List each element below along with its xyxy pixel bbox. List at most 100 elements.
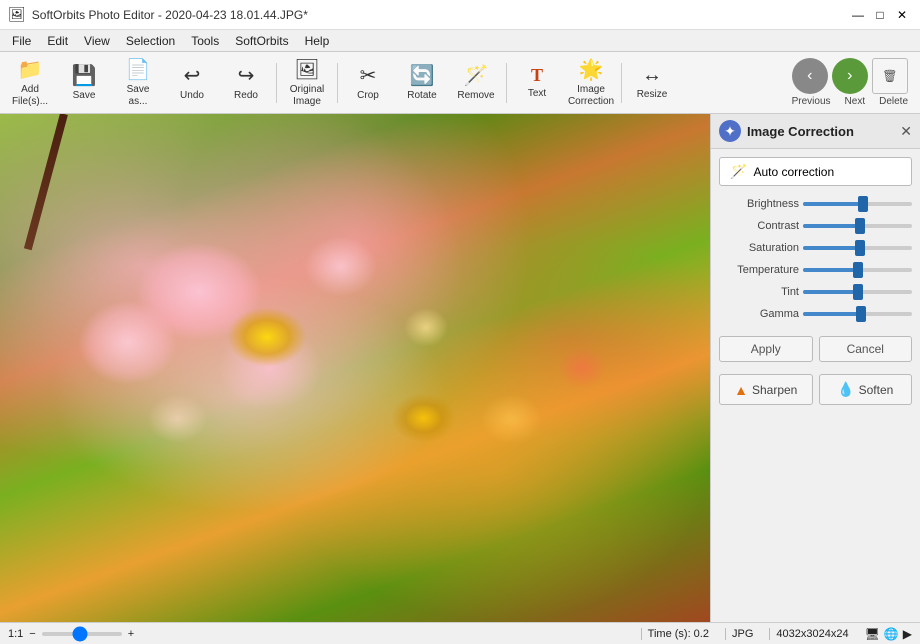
contrast-row: Contrast xyxy=(719,220,912,232)
save-as-toolbar-btn[interactable]: 📄Save as... xyxy=(112,55,164,111)
toolbar-separator-4 xyxy=(276,63,277,103)
zoom-minus-icon[interactable]: − xyxy=(27,628,37,640)
crop-label: Crop xyxy=(357,90,379,102)
flower-overlay xyxy=(0,114,710,622)
brightness-track[interactable] xyxy=(803,202,912,206)
soften-icon: 💧 xyxy=(837,381,854,398)
nav-group: ‹ › 🗑 Previous Next Delete xyxy=(792,58,908,107)
gamma-label: Gamma xyxy=(719,308,799,320)
maximize-button[interactable]: □ xyxy=(870,5,890,25)
temperature-thumb[interactable] xyxy=(853,262,863,278)
text-toolbar-btn[interactable]: T Text xyxy=(511,55,563,111)
soften-label: Soften xyxy=(859,383,894,397)
toolbar-separator-10 xyxy=(621,63,622,103)
window-title: SoftOrbits Photo Editor - 2020-04-23 18.… xyxy=(32,8,308,22)
saturation-row: Saturation xyxy=(719,242,912,254)
rotate-label: Rotate xyxy=(407,90,436,102)
status-icons-group: 🖥 🌐 ▶ xyxy=(865,627,912,641)
menu-item-view[interactable]: View xyxy=(76,32,118,50)
saturation-track[interactable] xyxy=(803,246,912,250)
brightness-label: Brightness xyxy=(719,198,799,210)
temperature-row: Temperature xyxy=(719,264,912,276)
contrast-label: Contrast xyxy=(719,220,799,232)
status-format: JPG xyxy=(725,628,759,640)
tint-label: Tint xyxy=(719,286,799,298)
auto-correction-label: Auto correction xyxy=(753,165,834,179)
main-content: ✦ Image Correction ✕ 🪄 Auto correction B… xyxy=(0,114,920,622)
menu-item-softorbits[interactable]: SoftOrbits xyxy=(227,32,296,50)
toolbar-buttons-group: 📁Add File(s)... 💾 Save 📄Save as... ↩ Undo ↪Red… xyxy=(4,55,678,111)
toolbar: 📁Add File(s)... 💾 Save 📄Save as... ↩ Undo ↪Red… xyxy=(0,52,920,114)
save-as-label: Save as... xyxy=(127,84,150,108)
text-icon: T xyxy=(531,65,543,86)
close-button[interactable]: ✕ xyxy=(892,5,912,25)
play-icon: ▶ xyxy=(903,627,912,641)
original-label: Original Image xyxy=(290,84,324,108)
saturation-thumb[interactable] xyxy=(855,240,865,256)
toolbox-icon: ✦ xyxy=(719,120,741,142)
remove-toolbar-btn[interactable]: 🪄Remove xyxy=(450,55,502,111)
status-time: Time (s): 0.2 xyxy=(641,628,715,640)
redo-icon: ↪ xyxy=(238,63,255,88)
undo-label: Undo xyxy=(180,90,204,102)
rotate-icon: 🔄 xyxy=(410,63,435,88)
menu-item-help[interactable]: Help xyxy=(297,32,338,50)
toolbox-title: Image Correction xyxy=(747,124,854,139)
remove-icon: 🪄 xyxy=(464,63,489,88)
save-toolbar-btn[interactable]: 💾 Save xyxy=(58,55,110,111)
tint-thumb[interactable] xyxy=(853,284,863,300)
toolbox-header: ✦ Image Correction ✕ xyxy=(711,114,920,149)
tint-row: Tint xyxy=(719,286,912,298)
image-correction-toolbar-btn[interactable]: 🌟Image Correction xyxy=(565,55,617,111)
apply-button[interactable]: Apply xyxy=(719,336,813,362)
undo-toolbar-btn[interactable]: ↩ Undo xyxy=(166,55,218,111)
resize-toolbar-btn[interactable]: ↔Resize xyxy=(626,55,678,111)
image-correction-label: Image Correction xyxy=(568,84,614,108)
text-label: Text xyxy=(528,88,546,100)
toolbox-close-button[interactable]: ✕ xyxy=(900,123,912,140)
save-label: Save xyxy=(73,90,96,102)
delete-label: Delete xyxy=(879,96,908,107)
previous-label: Previous xyxy=(792,96,831,107)
toolbox-panel: ✦ Image Correction ✕ 🪄 Auto correction B… xyxy=(710,114,920,622)
zoom-level: 1:1 xyxy=(8,628,23,640)
temperature-label: Temperature xyxy=(719,264,799,276)
menu-item-selection[interactable]: Selection xyxy=(118,32,183,50)
toolbox-body: 🪄 Auto correction Brightness Contrast xyxy=(711,149,920,413)
wand-icon: 🪄 xyxy=(730,163,747,180)
zoom-control: 1:1 − + xyxy=(8,628,136,640)
previous-button[interactable]: ‹ xyxy=(792,58,828,94)
cancel-button[interactable]: Cancel xyxy=(819,336,913,362)
add-files-toolbar-btn[interactable]: 📁Add File(s)... xyxy=(4,55,56,111)
crop-toolbar-btn[interactable]: ✂ Crop xyxy=(342,55,394,111)
zoom-slider[interactable] xyxy=(42,632,122,636)
menu-item-edit[interactable]: Edit xyxy=(39,32,76,50)
redo-toolbar-btn[interactable]: ↪Redo xyxy=(220,55,272,111)
saturation-label: Saturation xyxy=(719,242,799,254)
gamma-thumb[interactable] xyxy=(856,306,866,322)
effect-buttons-group: ▲ Sharpen 💧 Soften xyxy=(719,374,912,405)
undo-icon: ↩ xyxy=(184,63,201,88)
saturation-fill xyxy=(803,246,860,250)
auto-correction-button[interactable]: 🪄 Auto correction xyxy=(719,157,912,186)
crop-icon: ✂ xyxy=(360,63,377,88)
delete-button[interactable]: 🗑 xyxy=(872,58,908,94)
brightness-thumb[interactable] xyxy=(858,196,868,212)
next-button[interactable]: › xyxy=(832,58,868,94)
original-toolbar-btn[interactable]: 🖼Original Image xyxy=(281,55,333,111)
contrast-thumb[interactable] xyxy=(855,218,865,234)
zoom-plus-icon[interactable]: + xyxy=(126,628,136,640)
contrast-track[interactable] xyxy=(803,224,912,228)
save-as-icon: 📄 xyxy=(126,57,151,82)
save-icon: 💾 xyxy=(72,63,97,88)
menu-item-file[interactable]: File xyxy=(4,32,39,50)
tint-fill xyxy=(803,290,858,294)
tint-track[interactable] xyxy=(803,290,912,294)
sharpen-button[interactable]: ▲ Sharpen xyxy=(719,374,813,405)
minimize-button[interactable]: — xyxy=(848,5,868,25)
temperature-track[interactable] xyxy=(803,268,912,272)
soften-button[interactable]: 💧 Soften xyxy=(819,374,913,405)
gamma-track[interactable] xyxy=(803,312,912,316)
menu-item-tools[interactable]: Tools xyxy=(183,32,227,50)
rotate-toolbar-btn[interactable]: 🔄 Rotate xyxy=(396,55,448,111)
